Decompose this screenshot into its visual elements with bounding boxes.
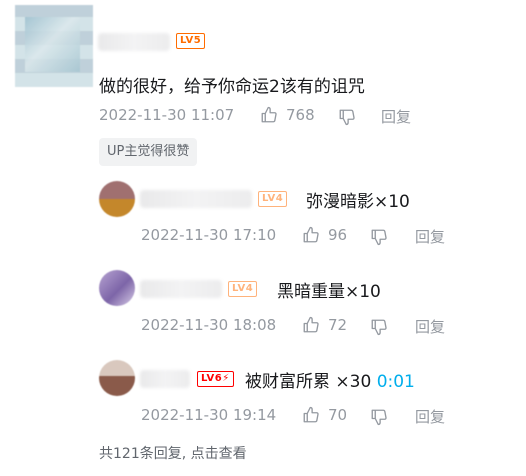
dislike-button[interactable] [370,318,388,340]
like-count: 96 [328,226,348,244]
like-count: 72 [328,316,348,334]
like-button[interactable] [302,316,320,338]
up-liked-tag: UP主觉得很赞 [99,138,198,166]
level-badge: LV6⚡ [197,371,234,387]
reply-button[interactable]: 回复 [381,106,411,127]
like-count: 70 [328,406,348,424]
thumb-up-icon [261,106,277,123]
thumb-down-icon [371,229,387,246]
dislike-button[interactable] [338,108,356,130]
comment-time: 2022-11-30 11:07 [99,106,235,124]
like-button[interactable] [302,226,320,248]
thumb-up-icon [303,226,319,243]
reply-button[interactable]: 回复 [415,406,445,427]
reply-text: 弥漫暗影×10 [306,192,410,212]
avatar[interactable] [15,5,93,87]
reply-time: 2022-11-30 17:10 [141,226,277,244]
avatar[interactable] [99,360,135,396]
dislike-button[interactable] [370,228,388,250]
thumb-down-icon [339,109,355,126]
username[interactable] [140,280,222,298]
level-badge: LV5 [176,33,206,49]
thumb-down-icon [371,409,387,426]
reply-text: 黑暗重量×10 [277,282,381,302]
reply-time: 2022-11-30 18:08 [141,316,277,334]
thumb-up-icon [303,406,319,423]
view-all-replies-link[interactable]: 共121条回复, 点击查看 [99,443,247,463]
reply-text: 被财富所累 ×30 0:01 [245,372,415,392]
like-button[interactable] [302,406,320,428]
username[interactable] [140,190,252,208]
comment-text: 做的很好，给予你命运2该有的诅咒 [99,77,365,97]
thumb-up-icon [303,316,319,333]
level-badge: LV4 [228,281,258,297]
lightning-icon: ⚡ [222,373,230,384]
username[interactable] [140,370,190,388]
avatar[interactable] [99,270,135,306]
thumb-down-icon [371,319,387,336]
like-button[interactable] [260,106,278,128]
avatar[interactable] [99,181,135,217]
like-count: 768 [286,106,315,124]
reply-time: 2022-11-30 19:14 [141,406,277,424]
reply-button[interactable]: 回复 [415,316,445,337]
dislike-button[interactable] [370,408,388,430]
username[interactable] [98,33,170,51]
reply-button[interactable]: 回复 [415,226,445,247]
video-timestamp-link[interactable]: 0:01 [377,372,415,392]
level-badge: LV4 [258,191,288,207]
